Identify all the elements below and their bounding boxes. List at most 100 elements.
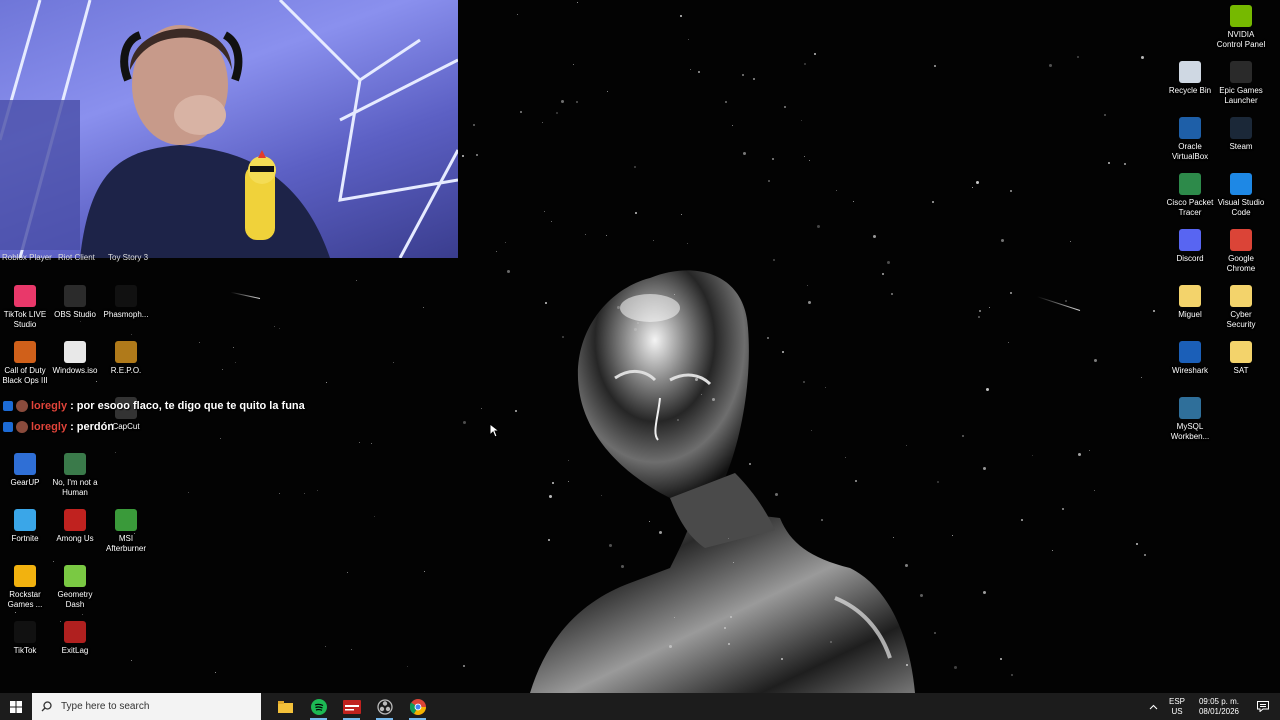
star [504, 241, 506, 243]
start-button[interactable] [0, 693, 32, 720]
star [634, 211, 637, 214]
star [616, 306, 620, 310]
star [1124, 163, 1127, 166]
star [1136, 543, 1139, 546]
notifications-button[interactable] [1246, 701, 1280, 712]
star [514, 410, 517, 413]
among-us-icon [64, 509, 86, 531]
desktop-icon[interactable]: R.E.P.O. [100, 341, 152, 376]
star [232, 346, 234, 348]
star [681, 213, 683, 215]
star [350, 649, 352, 651]
taskbar-app-video-editor[interactable] [335, 693, 368, 720]
desktop-icon-label: Rockstar Games ... [7, 590, 43, 609]
star [732, 125, 734, 127]
desktop-icon[interactable]: SAT [1215, 341, 1267, 376]
desktop-icon[interactable]: Rockstar Games ... [0, 565, 51, 610]
keyboard-layout: US [1171, 706, 1183, 716]
desktop-icon[interactable]: Google Chrome [1215, 229, 1267, 274]
desktop-icon[interactable]: GearUP [0, 453, 51, 488]
star [727, 643, 730, 646]
desktop-icon[interactable]: MSI Afterburner [100, 509, 152, 554]
taskbar-app-file-explorer[interactable] [269, 693, 302, 720]
star [519, 110, 522, 113]
language-indicator[interactable]: ESP US [1164, 697, 1190, 717]
notification-icon [1257, 701, 1269, 712]
star [1070, 241, 1072, 243]
desktop-icon[interactable]: MySQL Workben... [1164, 397, 1216, 442]
folder-doc-icon [1230, 285, 1252, 307]
desktop-icon[interactable]: NVIDIA Control Panel [1215, 5, 1267, 50]
show-hidden-icons-button[interactable] [1142, 704, 1164, 710]
desktop-icon[interactable]: Visual Studio Code [1215, 173, 1267, 218]
desktop-icon[interactable]: Cisco Packet Tracer [1164, 173, 1216, 218]
star [407, 665, 409, 667]
desktop-icon[interactable]: TikTok [0, 621, 51, 656]
desktop-icon[interactable]: Call of Duty Black Ops III [0, 341, 51, 386]
desktop-icon[interactable]: Oracle VirtualBox [1164, 117, 1216, 162]
taskbar-app-spotify[interactable] [302, 693, 335, 720]
star [608, 543, 612, 547]
star [724, 101, 727, 104]
desktop-icon[interactable]: Phasmoph... [100, 285, 152, 320]
star [1062, 508, 1065, 511]
mouse-cursor-icon [489, 423, 499, 438]
desktop-icon-label: GearUP [10, 478, 40, 487]
taskbar-search-box[interactable]: Type here to search [32, 693, 261, 720]
chat-badge-icon [3, 401, 13, 411]
star [804, 156, 806, 158]
desktop-icon[interactable]: Windows.iso [49, 341, 101, 376]
partial-label-riot: Riot Client [58, 253, 95, 262]
search-icon [41, 701, 52, 712]
taskbar-app-chrome[interactable] [401, 693, 434, 720]
webcam-scene [0, 0, 458, 258]
desktop-icon[interactable]: No, I'm not a Human [49, 453, 101, 498]
desktop-icon-label: No, I'm not a Human [52, 478, 98, 497]
system-tray: ESP US 09:05 p. m. 08/01/2026 [1142, 693, 1280, 720]
clock-time: 09:05 p. m. [1198, 696, 1240, 706]
star [937, 480, 940, 483]
desktop-icon[interactable]: Steam [1215, 117, 1267, 152]
desktop-icon[interactable]: Geometry Dash [49, 565, 101, 610]
wireshark-icon [1179, 341, 1201, 363]
desktop-icon[interactable]: Fortnite [0, 509, 51, 544]
star [325, 645, 327, 647]
chat-username: loregly [31, 400, 68, 412]
star [753, 78, 756, 81]
partial-icon-labels: Roblox Player Riot Client Toy Story 3 [0, 253, 200, 263]
desktop-icon[interactable]: TikTok LIVE Studio [0, 285, 51, 330]
tiktok-icon [14, 621, 36, 643]
desktop-icon-label: Geometry Dash [57, 590, 93, 609]
star [1031, 455, 1033, 457]
star [1094, 359, 1098, 363]
star [462, 421, 466, 425]
taskbar-app-obs[interactable] [368, 693, 401, 720]
desktop-icon-label: Cisco Packet Tracer [1166, 198, 1214, 217]
star [1094, 490, 1096, 492]
desktop-icon[interactable]: ExitLag [49, 621, 101, 656]
star [814, 53, 817, 56]
star [686, 243, 688, 245]
clock[interactable]: 09:05 p. m. 08/01/2026 [1192, 697, 1246, 717]
desktop-icon[interactable]: Miguel [1164, 285, 1216, 320]
desktop-icon-label: MSI Afterburner [105, 534, 147, 553]
star [976, 181, 980, 185]
desktop-icon[interactable]: Recycle Bin [1164, 61, 1216, 96]
desktop-icon[interactable]: Discord [1164, 229, 1216, 264]
star [607, 91, 609, 93]
desktop-icon[interactable]: Wireshark [1164, 341, 1216, 376]
desktop-icon[interactable]: OBS Studio [49, 285, 101, 320]
desktop-icon[interactable]: Among Us [49, 509, 101, 544]
desktop-icon-label: Call of Duty Black Ops III [2, 366, 48, 385]
star [278, 493, 280, 495]
star [577, 2, 578, 4]
desktop-icon[interactable]: Cyber Security [1215, 285, 1267, 330]
disc-file-icon [64, 341, 86, 363]
desktop-icon[interactable]: Epic Games Launcher [1215, 61, 1267, 106]
star [317, 489, 318, 491]
star [933, 64, 936, 67]
chrome-figure-artwork [530, 270, 915, 693]
desktop-icon-label: Steam [1229, 142, 1253, 151]
chevron-up-icon [1149, 704, 1157, 709]
desktop-icon-label: Google Chrome [1226, 254, 1256, 273]
